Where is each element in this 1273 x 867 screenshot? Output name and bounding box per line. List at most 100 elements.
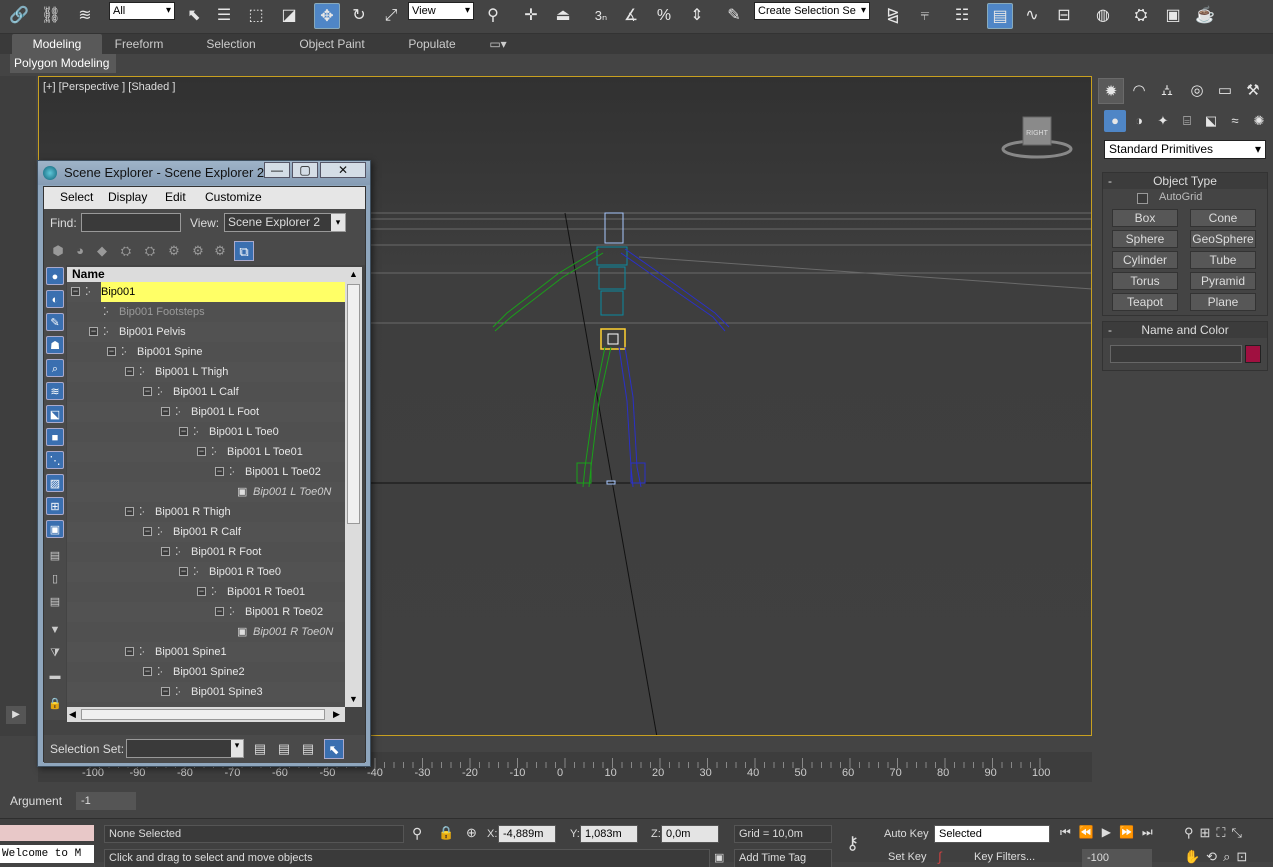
toggle-frozen-icon[interactable]: ■: [46, 428, 64, 446]
lights-icon[interactable]: ✦: [1152, 110, 1174, 132]
set-key-button[interactable]: Set Key: [888, 851, 927, 863]
cylinder-button[interactable]: Cylinder: [1112, 251, 1178, 269]
scene-tree-row[interactable]: − ⁚· Bip001 Spine2: [67, 662, 345, 682]
lock-icon[interactable]: 🔒: [46, 695, 64, 713]
collapse-toggle-icon[interactable]: −: [143, 387, 152, 396]
maximize-button[interactable]: ▢: [292, 162, 318, 178]
utilities-tab-icon[interactable]: ⚒: [1240, 78, 1266, 104]
unlink-icon[interactable]: ⛓: [38, 3, 64, 29]
toggle-hidden-icon[interactable]: ⋱: [46, 451, 64, 469]
remove-from-selection-set-icon[interactable]: ▤: [298, 739, 318, 759]
collapse-toggle-icon[interactable]: −: [125, 647, 134, 656]
horizontal-scrollbar[interactable]: ◀ ▶: [67, 707, 345, 722]
name-and-color-header[interactable]: - Name and Color: [1103, 322, 1267, 338]
filter-icon[interactable]: ▼: [46, 621, 64, 639]
collapse-toggle-icon[interactable]: −: [179, 567, 188, 576]
collapse-toggle-icon[interactable]: −: [197, 447, 206, 456]
current-frame-field[interactable]: -100: [1082, 849, 1152, 867]
autogrid-checkbox[interactable]: [1137, 193, 1148, 204]
collapse-toggle-icon[interactable]: −: [107, 347, 116, 356]
scene-tree-row[interactable]: ▣ Bip001 R Toe0N: [67, 622, 345, 642]
panel-icon[interactable]: ▬: [46, 667, 64, 685]
biped-figure[interactable]: [492, 212, 730, 488]
tab-object-paint[interactable]: Object Paint: [286, 34, 378, 54]
plane-button[interactable]: Plane: [1190, 293, 1256, 311]
reference-coordinate-dropdown[interactable]: View: [408, 2, 474, 20]
motion-tab-icon[interactable]: ◎: [1184, 78, 1210, 104]
geosphere-button[interactable]: GeoSphere: [1190, 230, 1256, 248]
biped-left-leg[interactable]: [582, 346, 606, 488]
vertical-scroll-thumb[interactable]: [347, 284, 360, 524]
biped-right-leg[interactable]: [624, 346, 642, 488]
helpers-icon[interactable]: ⬕: [1200, 110, 1222, 132]
scene-tree-row[interactable]: − ⁚· Bip001 R Foot: [67, 542, 345, 562]
scene-tree-row[interactable]: − ⁚· Bip001 L Toe0: [67, 422, 345, 442]
view-dropdown[interactable]: Scene Explorer 2 ▾: [224, 213, 346, 232]
filter-settings-icon[interactable]: ⧩: [46, 644, 64, 662]
add-to-selection-set-icon[interactable]: ▤: [274, 739, 294, 759]
viewport-navigation-icons-row2[interactable]: ✋⟲⌕⊡: [1184, 849, 1253, 865]
display-dependents-icon[interactable]: ≋: [46, 382, 64, 400]
scene-explorer-window[interactable]: Scene Explorer - Scene Explorer 2 — ▢ ✕ …: [37, 160, 371, 767]
align-icon[interactable]: ⫧: [912, 3, 938, 29]
absolute-mode-icon[interactable]: ⊕: [466, 825, 477, 841]
bind-space-warp-icon[interactable]: ≋: [72, 3, 98, 29]
biped-spine-upper[interactable]: [598, 266, 626, 290]
display-bones-icon[interactable]: ⧉: [234, 241, 254, 261]
display-xrefs-icon[interactable]: ⚙: [210, 241, 230, 261]
primitive-category-dropdown[interactable]: Standard Primitives: [1104, 140, 1266, 159]
scene-tree-row[interactable]: − ⁚· Bip001 L Calf: [67, 382, 345, 402]
scroll-right-icon[interactable]: ▶: [333, 707, 340, 722]
display-children-icon[interactable]: ☗: [46, 336, 64, 354]
scene-tree-row[interactable]: − ⁚· Bip001 R Toe0: [67, 562, 345, 582]
scene-tree-row[interactable]: − ⁚· Bip001: [67, 282, 345, 302]
object-name-field[interactable]: [1110, 345, 1242, 363]
render-setup-icon[interactable]: ⛭: [1128, 3, 1154, 29]
window-crossing-icon[interactable]: ◪: [276, 3, 302, 29]
select-and-scale-icon[interactable]: ⤢: [378, 3, 404, 29]
maxscript-listener-mini[interactable]: [0, 825, 94, 841]
systems-icon[interactable]: ✺: [1248, 110, 1270, 132]
render-production-icon[interactable]: ☕: [1192, 3, 1218, 29]
display-lights-icon[interactable]: ◆: [92, 241, 112, 261]
z-coordinate-field[interactable]: 0,0m: [661, 825, 719, 843]
argument-spinner[interactable]: -1: [76, 792, 136, 810]
biped-pelvis-selected[interactable]: [600, 328, 626, 350]
scroll-down-icon[interactable]: ▼: [345, 692, 362, 707]
list-view-icon[interactable]: ▤: [46, 547, 64, 565]
geometry-icon[interactable]: ●: [1104, 110, 1126, 132]
hierarchy-tab-icon[interactable]: ⛼: [1154, 78, 1180, 104]
object-color-swatch[interactable]: [1245, 345, 1261, 363]
scene-tree-row[interactable]: ▣ Bip001 L Toe0N: [67, 482, 345, 502]
tab-freeform[interactable]: Freeform: [102, 34, 176, 54]
teapot-button[interactable]: Teapot: [1112, 293, 1178, 311]
tab-modeling[interactable]: Modeling: [12, 34, 102, 54]
scene-tree-row[interactable]: − ⁚· Bip001 Spine: [67, 342, 345, 362]
selection-lock-icon[interactable]: 🔒: [438, 825, 454, 841]
cameras-icon[interactable]: ⌸: [1176, 110, 1198, 132]
cone-button[interactable]: Cone: [1190, 209, 1256, 227]
select-object-icon[interactable]: ⬉: [181, 3, 207, 29]
collapse-toggle-icon[interactable]: −: [161, 407, 170, 416]
collapse-toggle-icon[interactable]: −: [161, 687, 170, 696]
collapse-toggle-icon[interactable]: −: [143, 527, 152, 536]
viewport-label[interactable]: [+] [Perspective ] [Shaded ]: [43, 81, 175, 93]
expand-arrow-icon[interactable]: ▶: [6, 706, 26, 724]
layer-manager-icon[interactable]: ☷: [949, 3, 975, 29]
select-and-move-icon[interactable]: ✥: [314, 3, 340, 29]
chevron-down-icon[interactable]: ▾: [231, 740, 243, 757]
scene-tree-row[interactable]: − ⁚· Bip001 L Thigh: [67, 362, 345, 382]
collapse-toggle-icon[interactable]: −: [125, 507, 134, 516]
pyramid-button[interactable]: Pyramid: [1190, 272, 1256, 290]
y-coordinate-field[interactable]: 1,083m: [580, 825, 638, 843]
scene-tree-row[interactable]: − ⁚· Bip001 R Toe02: [67, 602, 345, 622]
display-helpers-icon[interactable]: ⛭: [140, 241, 160, 261]
close-button[interactable]: ✕: [320, 162, 366, 178]
display-groups-icon[interactable]: ⚙: [188, 241, 208, 261]
filter-controllers-icon[interactable]: ▣: [46, 520, 64, 538]
ribbon-panel-polygon-modeling[interactable]: Polygon Modeling: [10, 54, 116, 73]
rectangular-selection-icon[interactable]: ⬚: [243, 3, 269, 29]
create-selection-set-field[interactable]: Create Selection Se: [754, 2, 870, 20]
create-tab-icon[interactable]: ✹: [1098, 78, 1124, 104]
scroll-up-icon[interactable]: ▲: [345, 267, 362, 282]
